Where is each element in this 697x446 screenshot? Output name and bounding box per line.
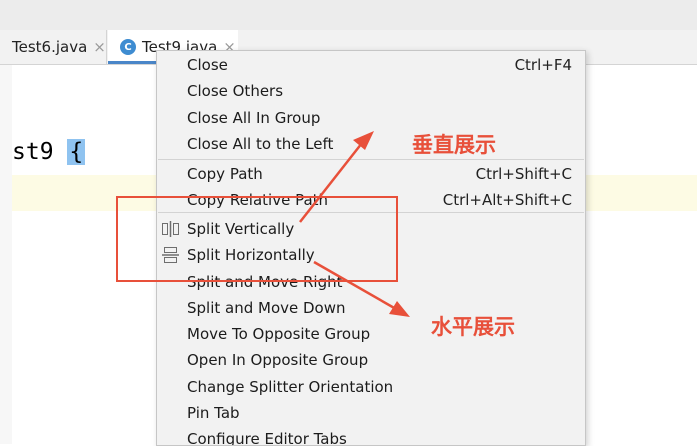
annotation-vertical-note: 垂直展示 [412,133,496,157]
annotation-horizontal-note: 水平展示 [431,315,515,339]
annotation-arrows [299,131,410,317]
